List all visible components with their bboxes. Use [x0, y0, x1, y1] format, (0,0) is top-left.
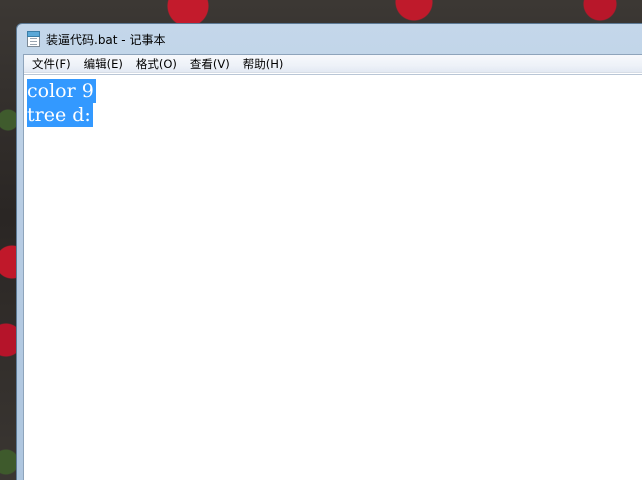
editor-line: color 9	[27, 79, 642, 103]
selected-text-line[interactable]: color 9	[27, 79, 96, 103]
menu-file[interactable]: 文件(F)	[26, 55, 78, 73]
window-title: 装逼代码.bat - 记事本	[46, 32, 166, 47]
notepad-icon[interactable]	[27, 30, 40, 47]
text-editor-area[interactable]: color 9 tree d:	[24, 74, 642, 480]
client-area: 文件(F) 编辑(E) 格式(O) 查看(V) 帮助(H) color 9 tr…	[23, 54, 642, 480]
selected-text-line[interactable]: tree d:	[27, 103, 93, 127]
notepad-window: 装逼代码.bat - 记事本 文件(F) 编辑(E) 格式(O) 查看(V) 帮…	[16, 23, 642, 480]
menu-format[interactable]: 格式(O)	[130, 55, 184, 73]
editor-line: tree d:	[27, 103, 642, 127]
menu-bar: 文件(F) 编辑(E) 格式(O) 查看(V) 帮助(H)	[24, 55, 642, 73]
menu-edit[interactable]: 编辑(E)	[78, 55, 130, 73]
menu-view[interactable]: 查看(V)	[184, 55, 237, 73]
menu-help[interactable]: 帮助(H)	[237, 55, 291, 73]
title-bar[interactable]: 装逼代码.bat - 记事本	[17, 24, 642, 54]
